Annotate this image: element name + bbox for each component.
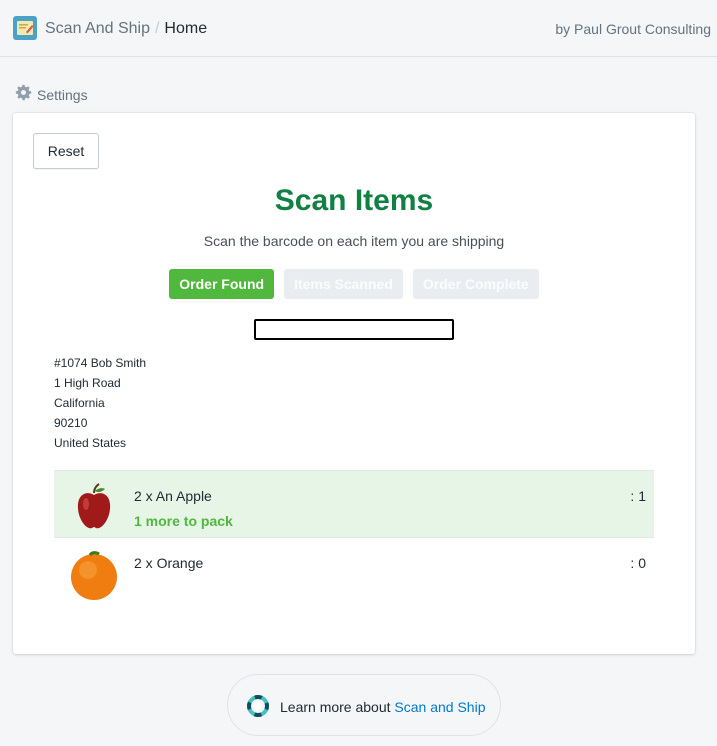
- orange-icon: [66, 546, 122, 602]
- address-order-name: #1074 Bob Smith: [54, 356, 147, 370]
- item-scanned-count: : 1: [630, 488, 646, 504]
- reset-button[interactable]: Reset: [33, 133, 99, 169]
- progress-steps: Order Found Items Scanned Order Complete: [13, 269, 695, 299]
- footer-text: Learn more about Scan and Ship: [280, 698, 485, 716]
- gear-icon: [15, 84, 32, 106]
- barcode-input[interactable]: [254, 319, 454, 340]
- app-logo-icon: [13, 16, 37, 40]
- settings-label: Settings: [37, 87, 88, 103]
- breadcrumb: Scan And Ship / Home: [45, 19, 207, 39]
- step-order-found: Order Found: [169, 269, 275, 299]
- item-pack-status: 1 more to pack: [134, 513, 233, 529]
- scan-card: Reset Scan Items Scan the barcode on eac…: [13, 113, 695, 654]
- order-items-list: 2 x An Apple 1 more to pack : 1 2 x Oran…: [54, 470, 654, 604]
- footer-learn-more-link[interactable]: Scan and Ship: [394, 699, 485, 715]
- list-item: 2 x An Apple 1 more to pack : 1: [54, 470, 654, 537]
- breadcrumb-separator: /: [154, 20, 160, 37]
- item-scanned-count: : 0: [630, 555, 646, 571]
- page-title: Scan Items: [274, 184, 434, 217]
- address-line: 1 High Road: [54, 376, 121, 390]
- top-bar: Scan And Ship / Home by Paul Grout Consult…: [0, 0, 717, 57]
- shipping-address: #1074 Bob Smith 1 High Road California 9…: [54, 353, 146, 453]
- list-item: 2 x Orange : 0: [54, 537, 654, 604]
- breadcrumb-app-link[interactable]: Scan And Ship: [45, 20, 150, 37]
- item-name: 2 x Orange: [134, 555, 204, 571]
- breadcrumb-current-page: Home: [164, 20, 208, 37]
- address-state: California: [54, 396, 105, 410]
- step-order-complete: Order Complete: [412, 269, 539, 299]
- item-name: 2 x An Apple: [134, 488, 212, 504]
- byline: by Paul Grout Consulting: [555, 21, 711, 37]
- footer-help: Learn more about Scan and Ship: [227, 674, 501, 736]
- help-lifebuoy-icon: [247, 695, 269, 722]
- address-zip: 90210: [54, 416, 88, 430]
- address-country: United States: [54, 436, 127, 450]
- apple-icon: [66, 479, 122, 535]
- footer-text-label: Learn more about: [280, 699, 395, 715]
- page-subtitle: Scan the barcode on each item you are sh…: [203, 233, 505, 249]
- settings-link[interactable]: Settings: [15, 84, 88, 106]
- step-items-scanned: Items Scanned: [284, 269, 403, 299]
